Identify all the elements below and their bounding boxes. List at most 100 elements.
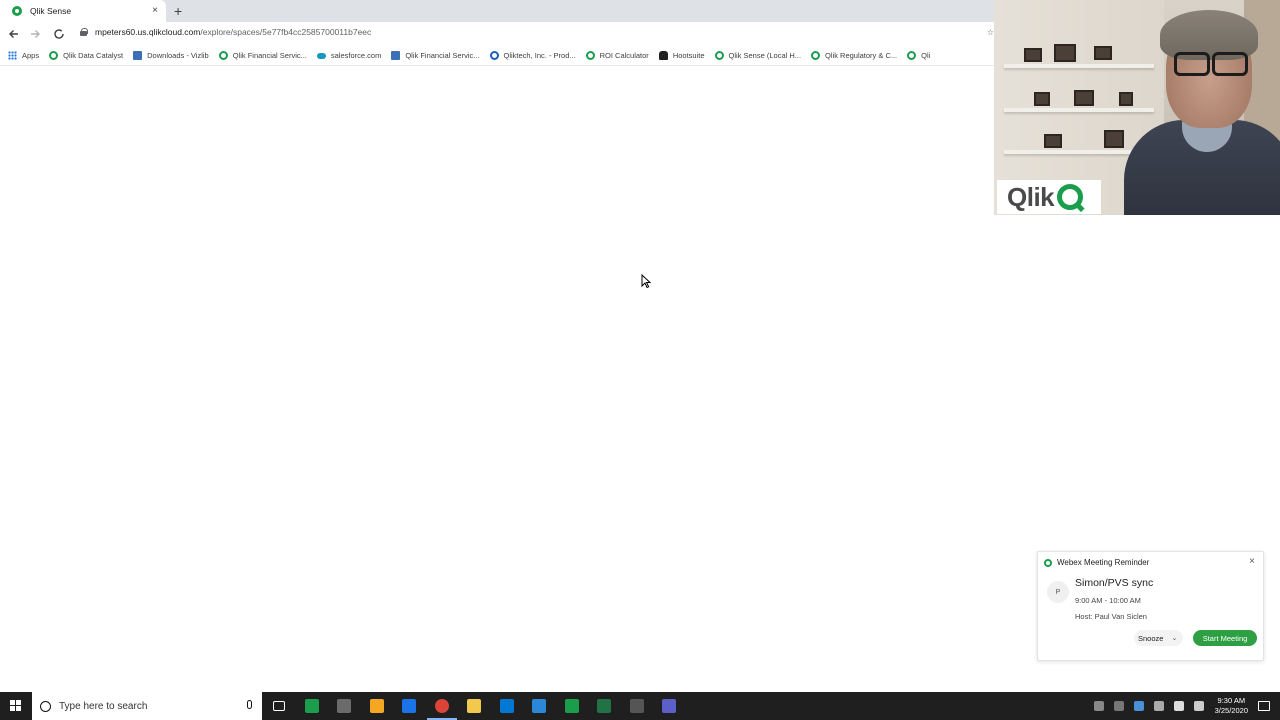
owl-icon [658, 51, 668, 60]
windows-taskbar: Type here to search 9:30 AM 3/25/2020 [0, 692, 1280, 720]
browser-tab[interactable]: Qlik Sense × [0, 0, 166, 22]
start-meeting-button[interactable]: Start Meeting [1193, 630, 1257, 646]
onedrive-icon[interactable] [1133, 701, 1144, 711]
meeting-title: Simon/PVS sync [1075, 577, 1154, 589]
taskbar-excel-icon[interactable] [595, 697, 613, 715]
qlik-icon [49, 51, 59, 60]
picture-frame [1074, 90, 1094, 106]
bookmark-item[interactable]: Qli [907, 51, 930, 60]
notification-center-icon[interactable] [1258, 701, 1270, 711]
webex-icon [1044, 558, 1052, 567]
bookmark-label: Qlik Regulatory & C... [825, 51, 898, 60]
taskbar-file-explorer-icon[interactable] [465, 697, 483, 715]
picture-frame [1034, 92, 1050, 106]
app-11-glyph [629, 699, 644, 713]
qlik-icon [585, 51, 595, 60]
bookmark-star-icon[interactable]: ☆ [987, 28, 994, 37]
bookmark-item[interactable]: Qlik Financial Servic... [218, 51, 307, 60]
qlik-icon [218, 51, 228, 60]
meeting-time: 9:00 AM - 10:00 AM [1075, 596, 1141, 605]
qlik-q-icon [1057, 184, 1084, 210]
bookmarks-bar: Apps Qlik Data Catalyst Downloads - Vizlib… [0, 46, 994, 66]
url-field[interactable]: mpeters60.us.qlikcloud.com /explore/spac… [80, 27, 371, 37]
task-view-glyph [273, 701, 285, 711]
bookmark-label: Downloads - Vizlib [147, 51, 209, 60]
url-path: /explore/spaces/5e77fb4cc2585700011b7eec [200, 27, 372, 37]
bookmark-item[interactable]: Hootsuite [658, 51, 705, 60]
bookmark-item[interactable]: Qlik Regulatory & C... [811, 51, 897, 60]
back-arrow-icon [9, 30, 18, 38]
bookmark-label: Qli [921, 51, 931, 60]
bookmark-item[interactable]: Qliktech, Inc. - Prod... [489, 51, 576, 60]
back-button[interactable] [6, 26, 22, 42]
snooze-dropdown[interactable]: Snooze ⌄ [1134, 630, 1183, 646]
system-clock[interactable]: 9:30 AM 3/25/2020 [1215, 696, 1248, 716]
meeting-host: Host: Paul Van Siclen [1075, 612, 1147, 621]
volume-icon[interactable] [1193, 701, 1204, 711]
circle-icon [489, 51, 499, 60]
close-tab-icon[interactable]: × [152, 5, 158, 17]
bookmark-item[interactable]: Downloads - Vizlib [133, 51, 209, 60]
forward-button[interactable] [27, 26, 43, 42]
sheets-glyph [304, 699, 319, 713]
browser-tab-strip: Qlik Sense × + [0, 0, 994, 22]
taskbar-app-11-icon[interactable] [628, 697, 646, 715]
bookmark-label: Apps [22, 51, 40, 60]
bookmark-label: Qlik Data Catalyst [63, 51, 124, 60]
taskbar-chrome-icon[interactable] [426, 697, 457, 720]
wifi-icon[interactable] [1173, 701, 1184, 711]
bookmark-item[interactable]: Qlik Financial Servic... [391, 51, 480, 60]
lock-icon [80, 28, 88, 36]
taskbar-store-icon[interactable] [368, 697, 386, 715]
apps-grid-icon [8, 51, 17, 60]
people-icon[interactable] [1093, 701, 1104, 711]
excel-glyph [597, 699, 611, 713]
shelf [1004, 64, 1154, 68]
bookmark-item[interactable]: Qlik Sense (Local H... [714, 51, 802, 60]
bookmark-item[interactable]: Apps [8, 51, 39, 60]
taskbar-app-8-icon[interactable] [530, 697, 548, 715]
qlik-icon [714, 51, 724, 60]
picture-frame [1054, 44, 1076, 62]
bookmark-item[interactable]: Qlik Data Catalyst [49, 51, 123, 60]
taskbar-app-2-icon[interactable] [335, 697, 353, 715]
picture-frame [1119, 92, 1133, 106]
windows-start-icon[interactable] [10, 700, 22, 712]
stop-loading-button[interactable] [51, 26, 67, 42]
bookmark-item[interactable]: salesforce.com [316, 51, 381, 60]
qlik-logo-text: Qlik [1007, 181, 1055, 212]
chevron-up-icon[interactable] [1113, 701, 1124, 711]
bookmark-label: Qliktech, Inc. - Prod... [503, 51, 576, 60]
new-tab-button[interactable]: + [174, 3, 182, 19]
store-glyph [369, 699, 384, 713]
webex-reminder-toast: Webex Meeting Reminder × P Simon/PVS syn… [1037, 551, 1264, 661]
network-icon[interactable] [1153, 701, 1164, 711]
cloud-icon [316, 52, 326, 59]
taskbar-onepassword-icon[interactable] [400, 697, 418, 715]
loading-spinner-icon [54, 29, 64, 39]
picture-frame [1044, 134, 1062, 148]
webcam-video: Qlik [994, 0, 1280, 215]
host-avatar: P [1047, 581, 1069, 603]
microphone-icon[interactable] [247, 700, 252, 709]
clock-date: 3/25/2020 [1214, 706, 1248, 715]
qlik-logo: Qlik [997, 180, 1101, 214]
bookmark-label: Qlik Financial Servic... [405, 51, 480, 60]
forward-arrow-icon [31, 30, 40, 38]
taskbar-teams-icon[interactable] [660, 697, 678, 715]
close-reminder-button[interactable]: × [1249, 556, 1255, 568]
taskbar-outlook-icon[interactable] [498, 697, 516, 715]
qlik-favicon-icon [12, 6, 22, 16]
taskbar-qlik-icon[interactable] [563, 697, 581, 715]
bookmark-label: Qlik Sense (Local H... [728, 51, 802, 60]
outlook-glyph [499, 699, 514, 713]
qlik-icon [907, 51, 917, 60]
system-tray: 9:30 AM 3/25/2020 [1089, 692, 1280, 720]
taskbar-sheets-icon[interactable] [303, 697, 321, 715]
taskbar-task-view-icon[interactable] [270, 697, 288, 715]
search-placeholder: Type here to search [59, 700, 148, 712]
taskbar-search-box[interactable]: Type here to search [32, 692, 262, 720]
reminder-app-name: Webex Meeting Reminder [1057, 558, 1150, 567]
clock-time: 9:30 AM [1217, 696, 1246, 705]
bookmark-item[interactable]: ROI Calculator [585, 51, 649, 60]
